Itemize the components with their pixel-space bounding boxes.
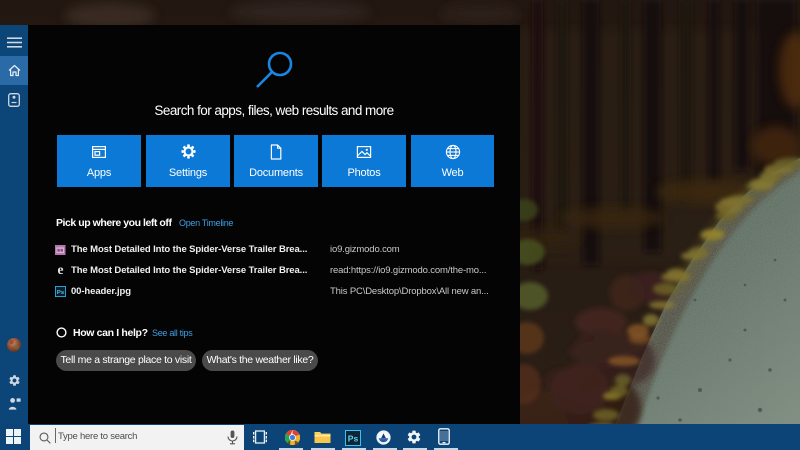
svg-text:Ps: Ps xyxy=(348,434,359,444)
svg-text:Ps: Ps xyxy=(57,290,65,296)
